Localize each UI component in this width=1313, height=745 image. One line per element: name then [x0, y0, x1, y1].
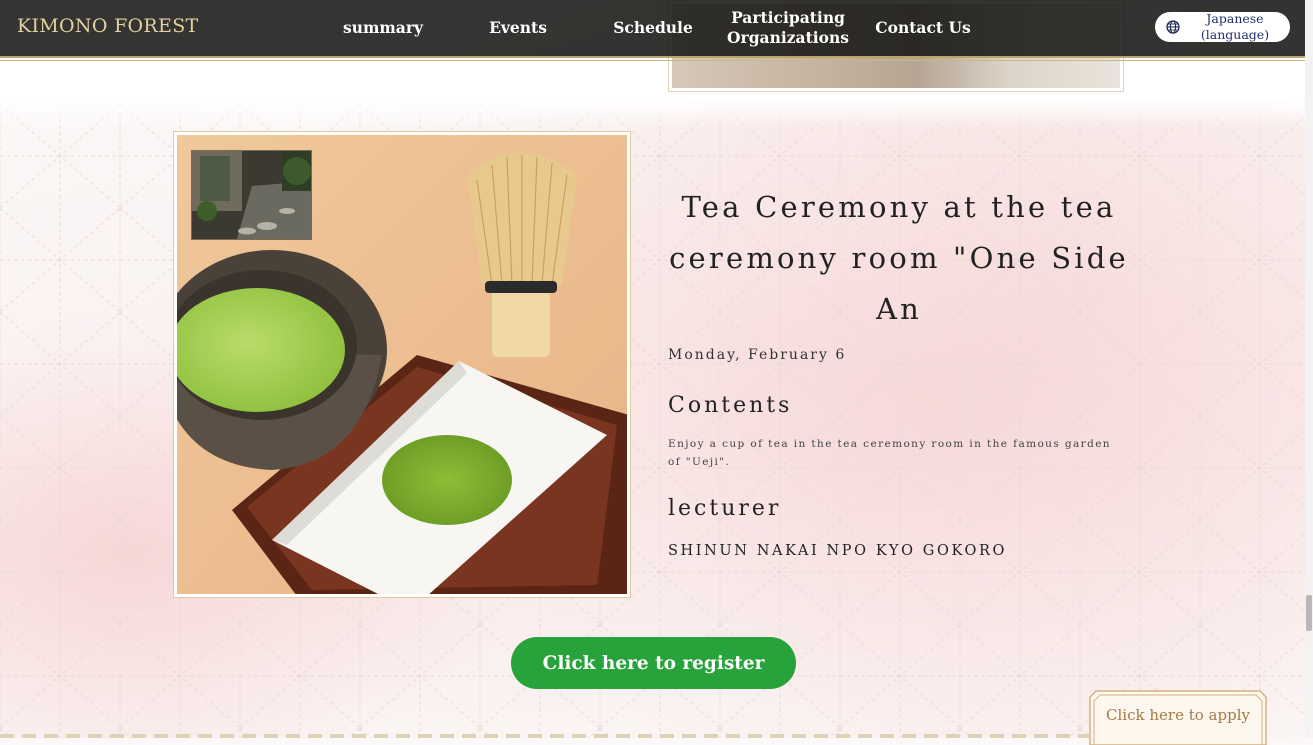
contents-heading: Contents: [668, 393, 793, 418]
garden-thumbnail[interactable]: [191, 150, 312, 240]
nav-schedule[interactable]: Schedule: [603, 0, 703, 56]
lecturer-name: SHINUN NAKAI NPO KYO GOKORO: [668, 543, 1007, 559]
apply-label: Click here to apply: [1106, 706, 1250, 724]
top-navbar: KIMONO FOREST summary Events Schedule Pa…: [0, 0, 1305, 61]
site-logo[interactable]: KIMONO FOREST: [17, 15, 199, 37]
event-title: Tea Ceremony at the tea ceremony room "O…: [669, 190, 1129, 326]
register-button[interactable]: Click here to register: [511, 637, 796, 689]
nav-participating-organizations[interactable]: Participating Organizations: [727, 0, 849, 56]
globe-icon: [1166, 20, 1180, 34]
event-date: Monday, February 6: [668, 347, 847, 363]
contents-text: Enjoy a cup of tea in the tea ceremony r…: [668, 438, 1111, 468]
section-divider: [0, 734, 1090, 738]
lecturer-heading: lecturer: [668, 496, 782, 521]
language-switch[interactable]: Japanese (language): [1155, 11, 1290, 42]
language-label: Japanese (language): [1200, 11, 1270, 42]
nav-events[interactable]: Events: [468, 0, 568, 56]
scrollbar-thumb[interactable]: [1306, 595, 1312, 631]
nav-contact-us[interactable]: Contact Us: [868, 0, 978, 56]
apply-button[interactable]: Click here to apply: [1088, 689, 1268, 745]
nav-summary[interactable]: summary: [333, 0, 433, 56]
